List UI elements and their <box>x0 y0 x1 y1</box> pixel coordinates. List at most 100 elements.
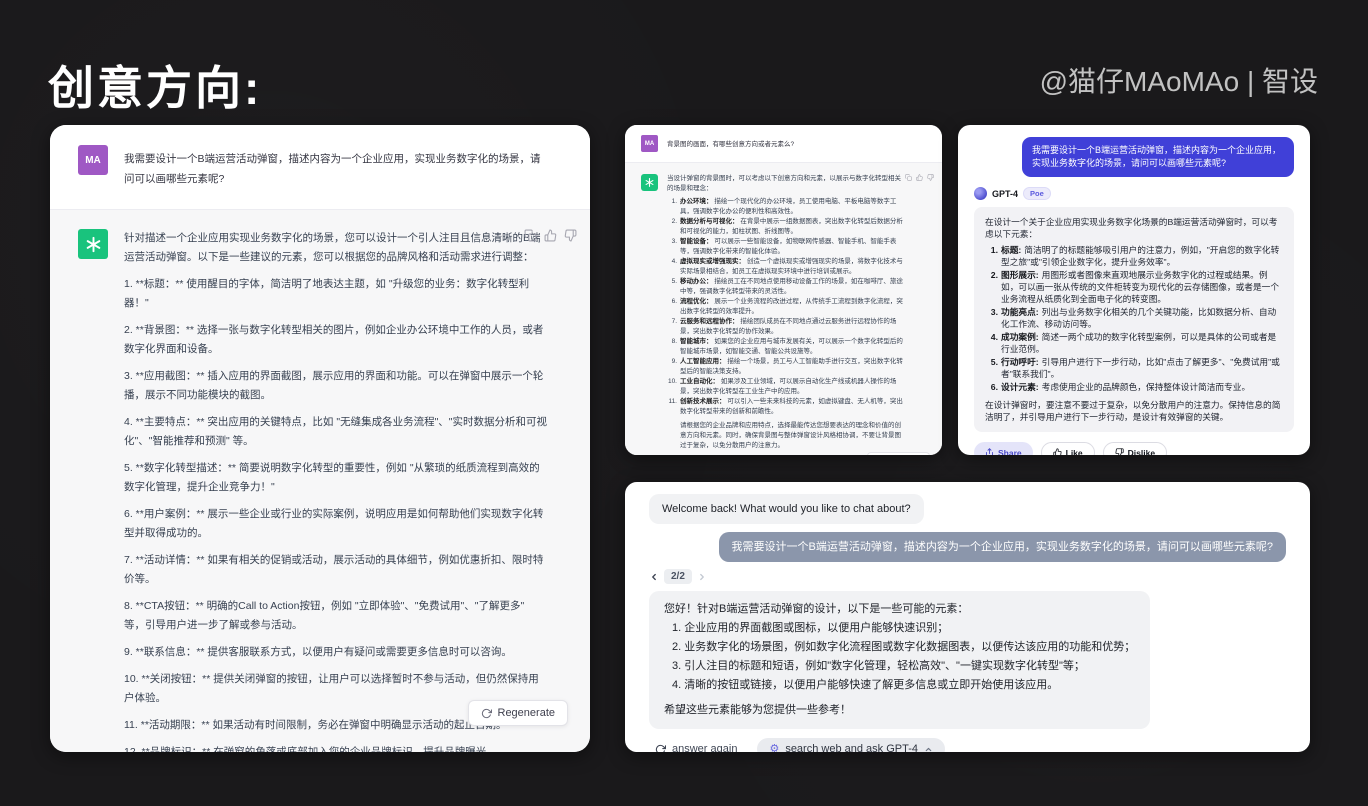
message-actions: Share Like Dislike <box>974 442 1294 455</box>
assistant-list: 1. 办公环境： 描绘一个现代化的办公环境，员工使用电脑、平板电脑等数字工具，强… <box>667 197 903 417</box>
list-item: 8. 智能城市： 如果您的企业应用与城市发展有关，可以展示一个数字化转型后的智能… <box>667 337 903 357</box>
list-item: 6. 设计元素:考虑使用企业的品牌颜色，保持整体设计简洁而专业。 <box>985 381 1283 393</box>
assistant-closing: 在设计弹窗时，要注意不要过于复杂，以免分散用户的注意力。保持信息的简洁明了，并引… <box>985 399 1283 423</box>
chatgpt-conversation-large: MA 我需要设计一个B端运营活动弹窗，描述内容为一个企业应用，实现业务数字化的场… <box>50 125 590 752</box>
list-item: 3. 智能设备： 可以展示一些智能设备，如物联网传感器、智能手机、智能手表等，强… <box>667 237 903 257</box>
model-name: GPT-4 <box>992 189 1018 199</box>
assistant-message-bubble: 您好！针对B端运营活动弹窗的设计，以下是一些可能的元素： 1. 企业应用的界面截… <box>649 591 1150 729</box>
refresh-icon <box>481 708 492 719</box>
chat-conversation-bottom: Welcome back! What would you like to cha… <box>625 482 1310 752</box>
poe-conversation: 我需要设计一个B端运营活动弹窗，描述内容为一个企业应用，实现业务数字化的场景，请… <box>958 125 1310 455</box>
dislike-label: Dislike <box>1128 448 1155 456</box>
assistant-intro: 当设计弹窗的背景图时，可以考虑以下创意方向和元素，以展示与数字化转型相关的场景和… <box>667 174 903 194</box>
thumbs-down-icon[interactable] <box>564 229 577 242</box>
user-message-row: MA 背景图的画面，有哪些创意方向或者元素么? <box>625 125 942 162</box>
message-actions <box>524 229 577 242</box>
list-item: 6. **用户案例：** 展示一些企业或行业的实际案例，说明应用是如何帮助他们实… <box>124 505 548 543</box>
chevron-left-icon[interactable] <box>649 572 659 582</box>
list-item: 10. 工业自动化： 如果涉及工业领域，可以展示自动化生产线或机器人操作的场景，… <box>667 377 903 397</box>
share-button[interactable]: Share <box>974 442 1033 455</box>
list-item: 1. **标题：** 使用醒目的字体，简洁明了地表达主题，如 "升级您的业务：数… <box>124 275 548 313</box>
assistant-message: 在设计一个关于企业应用实现业务数字化场景的B端运营活动弹窗时，可以考虑以下元素：… <box>974 207 1294 432</box>
regenerate-button[interactable]: Regenerate <box>867 452 930 455</box>
message-actions <box>905 174 934 181</box>
share-label: Share <box>998 448 1022 456</box>
list-item: 9. **联系信息：** 提供客服联系方式，以便用户有疑问或需要更多信息时可以咨… <box>124 643 548 662</box>
user-message-row: MA 我需要设计一个B端运营活动弹窗，描述内容为一个企业应用，实现业务数字化的场… <box>50 125 590 209</box>
list-item: 5. **数字化转型描述：** 简要说明数字化转型的重要性，例如 "从繁琐的纸质… <box>124 459 548 497</box>
list-item: 2. 数据分析与可视化： 在背景中展示一组数据图表，突出数字化转型后数据分析和可… <box>667 217 903 237</box>
assistant-intro: 在设计一个关于企业应用实现业务数字化场景的B端运营活动弹窗时，可以考虑以下元素： <box>985 216 1283 240</box>
thumbs-up-icon[interactable] <box>916 174 923 181</box>
list-item: 8. **CTA按钮：** 明确的Call to Action按钮，例如 "立即… <box>124 597 548 635</box>
assistant-list: 1. 标题:简洁明了的标题能够吸引用户的注意力，例如，"开启您的数字化转型之旅"… <box>985 244 1283 393</box>
author-credit: @猫仔MAoMAo | 智设 <box>1040 60 1318 100</box>
list-item: 4. **主要特点：** 突出应用的关键特点，比如 "无缝集成各业务流程"、"实… <box>124 413 548 451</box>
copy-icon[interactable] <box>524 229 537 242</box>
list-item: 1. 企业应用的界面截图或图标，以便用户能够快速识别； <box>672 620 1135 637</box>
thumbs-up-icon[interactable] <box>544 229 557 242</box>
thumbs-down-icon <box>1115 448 1124 455</box>
list-item: 2. **背景图：** 选择一张与数字化转型相关的图片，例如企业办公环境中工作的… <box>124 321 548 359</box>
search-web-button[interactable]: ⚙ search web and ask GPT-4 <box>757 738 945 752</box>
list-item: 5. 移动办公： 描绘员工在不同地点使用移动设备工作的场景，如在咖啡厅、旅途中等… <box>667 277 903 297</box>
gear-icon: ⚙ <box>769 744 779 753</box>
list-item: 3. 引人注目的标题和短语，例如"数字化管理，轻松高效"、"一键实现数字化转型"… <box>672 658 1135 675</box>
poe-badge[interactable]: Poe <box>1023 187 1051 200</box>
list-item: 3. 功能亮点:列出与业务数字化相关的几个关键功能，比如数据分析、自动化工作流、… <box>985 306 1283 330</box>
copy-icon[interactable] <box>905 174 912 181</box>
list-item: 12. **品牌标识：** 在弹窗的角落或底部加入您的企业品牌标识，提升品牌曝光… <box>124 743 548 752</box>
assistant-list: 1. 企业应用的界面截图或图标，以便用户能够快速识别； 2. 业务数字化的场景图，… <box>664 620 1135 694</box>
list-item: 7. 云服务和远程协作： 描绘团队成员在不同地点通过云服务进行远程协作的场景，突… <box>667 317 903 337</box>
user-message-bubble: 我需要设计一个B端运营活动弹窗，描述内容为一个企业应用，实现业务数字化的场景，请… <box>719 532 1286 562</box>
assistant-closing: 请根据您的企业品牌和应用特点，选择最能传达您想要表达的理念和价值的创意方向和元素… <box>667 421 903 451</box>
assistant-message-row: 当设计弹窗的背景图时，可以考虑以下创意方向和元素，以展示与数字化转型相关的场景和… <box>625 162 942 455</box>
dislike-button[interactable]: Dislike <box>1103 442 1167 455</box>
assistant-list: 1. **标题：** 使用醒目的字体，简洁明了地表达主题，如 "升级您的业务：数… <box>124 275 548 752</box>
like-button[interactable]: Like <box>1041 442 1095 455</box>
chevron-right-icon[interactable] <box>697 572 707 582</box>
assistant-message: 当设计弹窗的背景图时，可以考虑以下创意方向和元素，以展示与数字化转型相关的场景和… <box>667 174 903 451</box>
list-item: 11. 创新技术展示： 可以引入一些未来科技的元素，如虚拟键盘、无人机等，突出数… <box>667 397 903 417</box>
list-item: 4. 清晰的按钮或链接，以便用户能够快速了解更多信息或立即开始使用该应用。 <box>672 677 1135 694</box>
user-message-bubble: 我需要设计一个B端运营活动弹窗，描述内容为一个企业应用，实现业务数字化的场景，请… <box>1022 137 1294 177</box>
assistant-intro: 您好！针对B端运营活动弹窗的设计，以下是一些可能的元素： <box>664 601 1135 618</box>
list-item: 2. 图形展示:用图形或者图像来直观地展示业务数字化的过程或结果。例如，可以画一… <box>985 269 1283 305</box>
chatgpt-logo-icon <box>641 174 658 191</box>
list-item: 5. 行动呼吁:引导用户进行下一步行动，比如"点击了解更多"、"免费试用"或者"… <box>985 356 1283 380</box>
search-web-label: search web and ask GPT-4 <box>785 743 918 752</box>
response-pagination: 2/2 <box>649 569 1286 584</box>
chat-footer: answer again ⚙ search web and ask GPT-4 <box>649 738 1286 752</box>
model-row: GPT-4 Poe <box>974 187 1294 200</box>
user-message: 背景图的画面，有哪些创意方向或者元素么? <box>667 135 794 152</box>
user-avatar: MA <box>78 145 108 175</box>
assistant-message: 针对描述一个企业应用实现业务数字化的场景，您可以设计一个引人注目且信息清晰的B端… <box>124 229 548 752</box>
like-label: Like <box>1066 448 1083 456</box>
answer-again-button[interactable]: answer again <box>649 742 743 752</box>
list-item: 4. 成功案例:简述一两个成功的数字化转型案例，可以是具体的公司或者是行业范例。 <box>985 331 1283 355</box>
thumbs-up-icon <box>1053 448 1062 455</box>
list-item: 6. 流程优化： 展示一个业务流程的改进过程，从传统手工流程到数字化流程，突出数… <box>667 297 903 317</box>
chevron-up-icon <box>924 745 933 753</box>
list-item: 1. 标题:简洁明了的标题能够吸引用户的注意力，例如，"开启您的数字化转型之旅"… <box>985 244 1283 268</box>
assistant-closing: 希望这些元素能够为您提供一些参考！ <box>664 702 1135 719</box>
user-message: 我需要设计一个B端运营活动弹窗，描述内容为一个企业应用，实现业务数字化的场景，请… <box>124 145 548 189</box>
refresh-icon <box>655 744 666 753</box>
share-icon <box>985 448 994 455</box>
gpt4-avatar-icon <box>974 187 987 200</box>
assistant-intro: 针对描述一个企业应用实现业务数字化的场景，您可以设计一个引人注目且信息清晰的B端… <box>124 229 548 267</box>
page-title: 创意方向: <box>48 52 262 118</box>
regenerate-button[interactable]: Regenerate <box>468 700 569 726</box>
list-item: 2. 业务数字化的场景图，例如数字化流程图或数字化数据图表，以便传达该应用的功能… <box>672 639 1135 656</box>
chatgpt-logo-icon <box>78 229 108 259</box>
assistant-welcome-bubble: Welcome back! What would you like to cha… <box>649 494 924 524</box>
thumbs-down-icon[interactable] <box>927 174 934 181</box>
regenerate-label: Regenerate <box>498 707 556 719</box>
list-item: 1. 办公环境： 描绘一个现代化的办公环境，员工使用电脑、平板电脑等数字工具，强… <box>667 197 903 217</box>
chatgpt-conversation-small: MA 背景图的画面，有哪些创意方向或者元素么? 当设计弹窗的背景图时，可以考虑以… <box>625 125 942 455</box>
slide-canvas: 创意方向: @猫仔MAoMAo | 智设 MA 我需要设计一个B端运营活动弹窗，… <box>0 0 1368 806</box>
answer-again-label: answer again <box>672 743 737 752</box>
pagination-counter: 2/2 <box>664 569 692 584</box>
assistant-message-row: 针对描述一个企业应用实现业务数字化的场景，您可以设计一个引人注目且信息清晰的B端… <box>50 209 590 752</box>
user-avatar: MA <box>641 135 658 152</box>
